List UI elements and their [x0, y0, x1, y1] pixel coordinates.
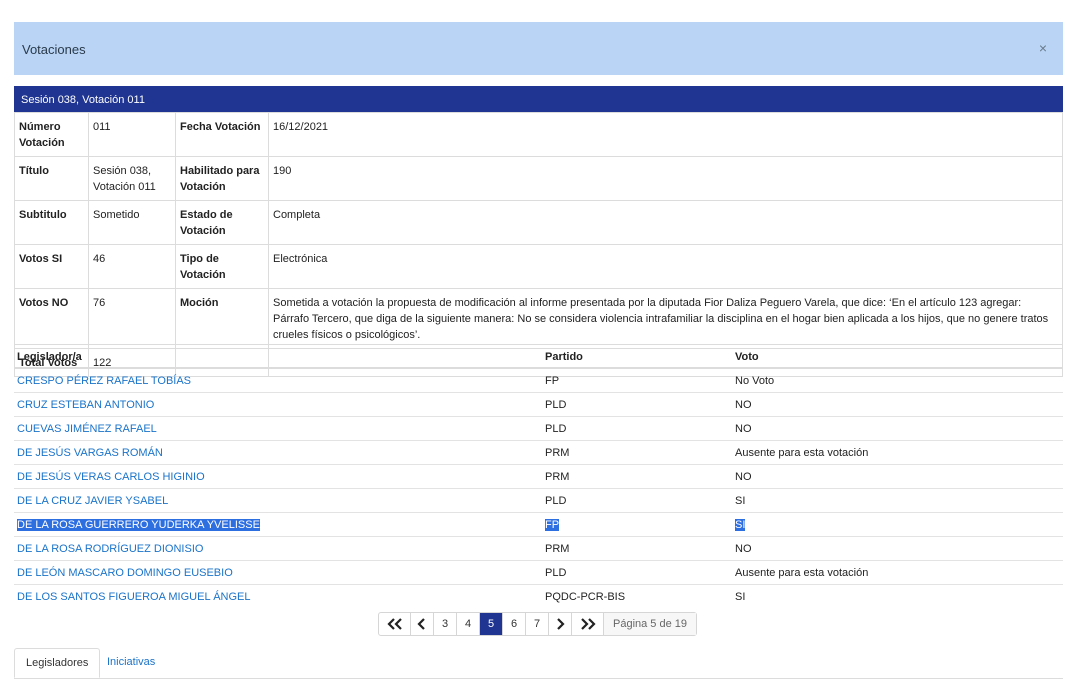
party-cell: FP [542, 368, 732, 393]
party-cell: PLD [542, 416, 732, 441]
next-page-button[interactable] [549, 613, 572, 635]
selected-text: DE LA ROSA GUERRERO YUDERKA YVELISSE [17, 519, 260, 531]
vote-cell: Ausente para esta votación [732, 440, 1063, 465]
party-cell: PLD [542, 488, 732, 513]
numero-label: Número Votación [14, 112, 89, 157]
vote-cell: No Voto [732, 368, 1063, 393]
pagination: 3 4 5 6 7 Página 5 de 19 [378, 612, 698, 636]
legislator-link[interactable]: DE LOS SANTOS FIGUEROA MIGUEL ÁNGEL [14, 585, 542, 609]
habilitado-label: Habilitado para Votación [175, 156, 269, 201]
mocion-label: Moción [175, 288, 269, 349]
vote-cell: NO [732, 464, 1063, 489]
fecha-label: Fecha Votación [175, 112, 269, 157]
tipo-label: Tipo de Votación [175, 244, 269, 289]
subtitulo-value: Sometido [88, 200, 176, 245]
vote-info-table: Número Votación 011 Fecha Votación 16/12… [14, 112, 1063, 377]
info-row: Subtitulo Sometido Estado de Votación Co… [14, 200, 1063, 245]
vote-cell: SI [732, 512, 1063, 537]
legislator-link[interactable]: CUEVAS JIMÉNEZ RAFAEL [14, 416, 542, 441]
page-3-button[interactable]: 3 [434, 613, 457, 635]
votos-no-label: Votos NO [14, 288, 89, 349]
party-cell: PRM [542, 440, 732, 465]
legislator-link[interactable]: CRUZ ESTEBAN ANTONIO [14, 392, 542, 417]
party-cell: FP [542, 512, 732, 537]
legislator-link[interactable]: DE LA CRUZ JAVIER YSABEL [14, 488, 542, 513]
close-icon[interactable]: × [1039, 40, 1047, 56]
table-row: DE JESÚS VARGAS ROMÁN PRM Ausente para e… [14, 440, 1063, 465]
party-cell: PRM [542, 464, 732, 489]
vote-cell: NO [732, 536, 1063, 561]
numero-value: 011 [88, 112, 176, 157]
info-row: Número Votación 011 Fecha Votación 16/12… [14, 112, 1063, 157]
mocion-value: Sometida a votación la propuesta de modi… [268, 288, 1063, 349]
selected-text: FP [545, 519, 560, 531]
tipo-value: Electrónica [268, 244, 1063, 289]
vote-cell: SI [732, 488, 1063, 513]
legislator-link[interactable]: CRESPO PÉREZ RAFAEL TOBÍAS [14, 368, 542, 393]
table-row: DE LA ROSA RODRÍGUEZ DIONISIO PRM NO [14, 536, 1063, 561]
header-voto: Voto [732, 344, 1063, 369]
modal-header: Votaciones × [14, 22, 1063, 75]
votos-si-value: 46 [88, 244, 176, 289]
habilitado-value: 190 [268, 156, 1063, 201]
legislator-link[interactable]: DE JESÚS VARGAS ROMÁN [14, 440, 542, 465]
legislators-votes-table: Legislador/a Partido Voto CRESPO PÉREZ R… [14, 344, 1063, 608]
legislator-link[interactable]: DE JESÚS VERAS CARLOS HIGINIO [14, 464, 542, 489]
subtitulo-label: Subtitulo [14, 200, 89, 245]
legislator-link[interactable]: DE LA ROSA GUERRERO YUDERKA YVELISSE [14, 512, 542, 537]
vote-cell: Ausente para esta votación [732, 560, 1063, 585]
double-chevron-left-icon [386, 618, 402, 630]
fecha-value: 16/12/2021 [268, 112, 1063, 157]
modal-title: Votaciones [22, 42, 86, 57]
titulo-value: Sesión 038, Votación 011 [88, 156, 176, 201]
votos-no-value: 76 [88, 288, 176, 349]
selected-text: SI [735, 519, 746, 531]
session-title-bar: Sesión 038, Votación 011 [14, 86, 1063, 112]
table-header: Legislador/a Partido Voto [14, 344, 1063, 369]
table-row: CRESPO PÉREZ RAFAEL TOBÍAS FP No Voto [14, 368, 1063, 393]
chevron-right-icon [557, 618, 565, 630]
tab-legisladores[interactable]: Legisladores [14, 648, 101, 678]
info-row: Votos NO 76 Moción Sometida a votación l… [14, 288, 1063, 349]
table-row: DE LOS SANTOS FIGUEROA MIGUEL ÁNGEL PQDC… [14, 585, 1063, 609]
party-cell: PLD [542, 560, 732, 585]
info-row: Título Sesión 038, Votación 011 Habilita… [14, 156, 1063, 201]
party-cell: PLD [542, 392, 732, 417]
table-row: DE JESÚS VERAS CARLOS HIGINIO PRM NO [14, 464, 1063, 489]
estado-label: Estado de Votación [175, 200, 269, 245]
prev-page-button[interactable] [411, 613, 434, 635]
tab-iniciativas[interactable]: Iniciativas [96, 648, 166, 678]
votos-si-label: Votos SI [14, 244, 89, 289]
table-row: CRUZ ESTEBAN ANTONIO PLD NO [14, 392, 1063, 417]
double-chevron-right-icon [580, 618, 596, 630]
legislator-link[interactable]: DE LEÓN MASCARO DOMINGO EUSEBIO [14, 560, 542, 585]
estado-value: Completa [268, 200, 1063, 245]
party-cell: PRM [542, 536, 732, 561]
page-6-button[interactable]: 6 [503, 613, 526, 635]
chevron-left-icon [417, 618, 425, 630]
page-info: Página 5 de 19 [604, 613, 697, 635]
vote-cell: NO [732, 416, 1063, 441]
vote-cell: SI [735, 591, 746, 603]
vote-cell: NO [732, 392, 1063, 417]
first-page-button[interactable] [379, 613, 411, 635]
last-page-button[interactable] [572, 613, 604, 635]
party-cell: PQDC-PCR-BIS [545, 591, 626, 603]
table-row: DE LA CRUZ JAVIER YSABEL PLD SI [14, 488, 1063, 513]
page-4-button[interactable]: 4 [457, 613, 480, 635]
table-row: CUEVAS JIMÉNEZ RAFAEL PLD NO [14, 416, 1063, 441]
table-row: DE LEÓN MASCARO DOMINGO EUSEBIO PLD Ause… [14, 560, 1063, 585]
bottom-tabs: Legisladores Iniciativas [14, 648, 1063, 679]
legislator-link[interactable]: DE LA ROSA RODRÍGUEZ DIONISIO [14, 536, 542, 561]
page-5-button-current[interactable]: 5 [480, 613, 503, 635]
page-7-button[interactable]: 7 [526, 613, 549, 635]
titulo-label: Título [14, 156, 89, 201]
info-row: Votos SI 46 Tipo de Votación Electrónica [14, 244, 1063, 289]
header-partido: Partido [542, 344, 732, 369]
header-legislador: Legislador/a [14, 344, 542, 369]
table-row-selected: DE LA ROSA GUERRERO YUDERKA YVELISSE FP … [14, 512, 1063, 537]
